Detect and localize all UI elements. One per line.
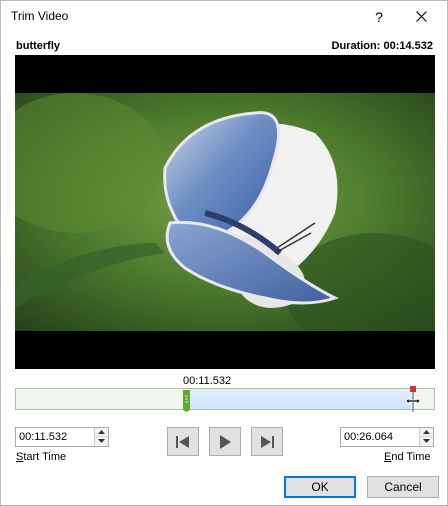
spin-up-icon — [98, 430, 105, 434]
spin-up-icon — [423, 430, 430, 434]
previous-frame-icon — [176, 436, 189, 448]
start-time-spinner[interactable]: 00:11.532 — [15, 427, 109, 447]
end-trim-handle-icon[interactable] — [405, 386, 421, 414]
end-time-down-button[interactable] — [420, 437, 433, 446]
end-time-input[interactable]: 00:26.064 — [344, 431, 393, 443]
start-time-input[interactable]: 00:11.532 — [19, 431, 67, 443]
title-bar: Trim Video ? — [1, 1, 447, 33]
trim-video-dialog: Trim Video ? butterfly Duration: 00:14.5… — [0, 0, 448, 506]
end-time-up-button[interactable] — [420, 428, 433, 437]
help-icon: ? — [375, 9, 383, 25]
video-frame-image — [15, 93, 435, 331]
start-time-up-button[interactable] — [95, 428, 108, 437]
start-trim-handle-icon[interactable] — [183, 390, 190, 412]
timeline-selected-range — [187, 389, 411, 409]
ok-button[interactable]: OK — [284, 476, 356, 498]
cancel-button[interactable]: Cancel — [367, 476, 439, 498]
start-time-arrows — [94, 428, 108, 446]
video-duration: Duration: 00:14.532 — [331, 40, 433, 52]
close-icon — [416, 11, 427, 22]
video-preview[interactable] — [15, 55, 435, 369]
end-time-label: End Time — [384, 451, 431, 463]
video-name: butterfly — [16, 40, 60, 52]
end-time-arrows — [419, 428, 433, 446]
help-button[interactable]: ? — [365, 4, 393, 30]
start-time-label: Start Time — [16, 451, 67, 463]
next-frame-icon — [261, 436, 274, 448]
trim-timeline[interactable] — [15, 386, 435, 412]
play-button[interactable] — [209, 427, 241, 456]
spin-down-icon — [423, 439, 430, 443]
current-time-label: 00:11.532 — [183, 375, 232, 387]
end-time-spinner[interactable]: 00:26.064 — [340, 427, 434, 447]
dialog-title: Trim Video — [11, 9, 69, 23]
spin-down-icon — [98, 439, 105, 443]
previous-frame-button[interactable] — [167, 427, 199, 456]
close-button[interactable] — [407, 4, 437, 30]
start-time-down-button[interactable] — [95, 437, 108, 446]
play-icon — [220, 435, 231, 449]
next-frame-button[interactable] — [251, 427, 283, 456]
